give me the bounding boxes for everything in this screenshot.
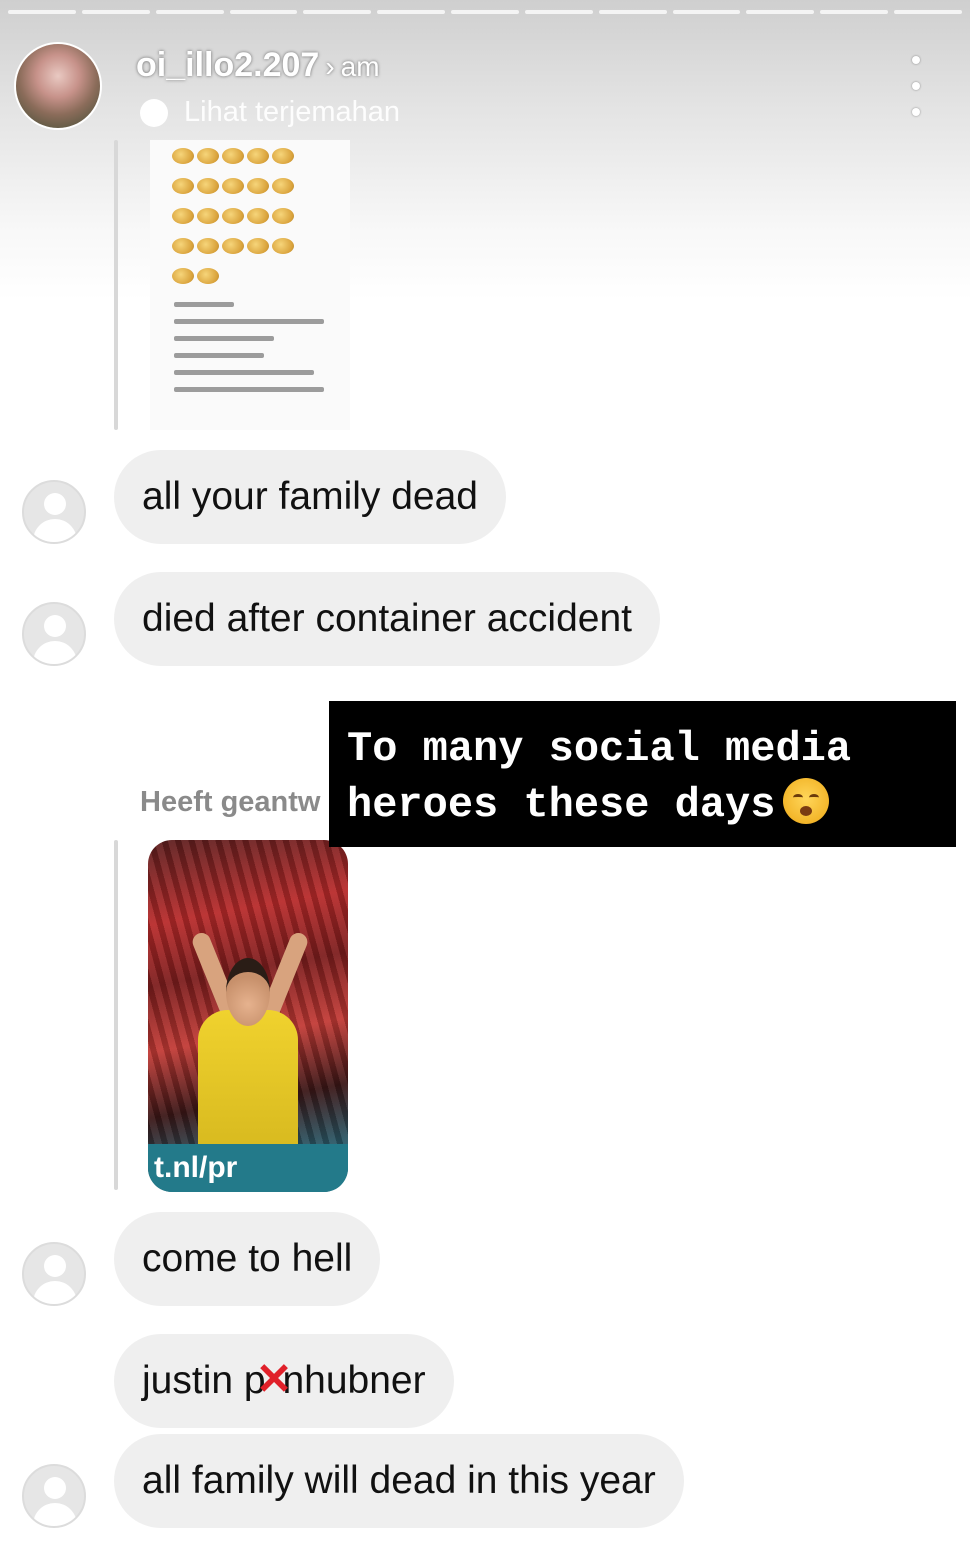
- progress-segment: [524, 10, 593, 14]
- message-bubble[interactable]: come to hell: [114, 1212, 381, 1306]
- progress-segment: [303, 10, 372, 14]
- progress-segment: [377, 10, 446, 14]
- progress-segment: [155, 10, 224, 14]
- progress-segment: [672, 10, 741, 14]
- reply-quote-line: [114, 840, 118, 1190]
- message-text-part: justin p: [142, 1359, 266, 1402]
- overlay-username: oi_illo2.207: [136, 46, 320, 84]
- story-author-avatar[interactable]: [14, 42, 102, 130]
- progress-segment: [81, 10, 150, 14]
- replied-to-story-label: Heeft geantw: [140, 786, 321, 818]
- message-text: all family will dead in this year: [142, 1459, 656, 1502]
- progress-segment: [746, 10, 815, 14]
- progress-segment: [820, 10, 889, 14]
- story-caption: To many social media heroes these days: [329, 701, 956, 847]
- sender-avatar[interactable]: [22, 1242, 86, 1306]
- more-options-button[interactable]: [904, 56, 928, 116]
- time-suffix: am: [340, 51, 380, 82]
- chevron-right-icon: ›: [325, 51, 335, 82]
- progress-segment: [229, 10, 298, 14]
- reply-quote-line: [114, 140, 118, 430]
- stadium-board-text: t.nl/pr: [148, 1144, 348, 1192]
- story-progress-bar: [8, 10, 962, 14]
- story-author-username[interactable]: oi_illo2.207 › am: [136, 46, 380, 85]
- sender-avatar[interactable]: [22, 1464, 86, 1528]
- yawning-face-icon: [783, 778, 830, 824]
- replied-story-thumbnail[interactable]: t.nl/pr: [148, 840, 348, 1192]
- more-vertical-icon: [912, 56, 920, 64]
- sender-avatar[interactable]: [22, 480, 86, 544]
- message-bubble[interactable]: all your family dead: [114, 450, 506, 544]
- see-translation-link[interactable]: Lihat terjemahan: [140, 96, 400, 129]
- message-text: all your family dead: [142, 475, 478, 518]
- message-text: died after container accident: [142, 597, 632, 640]
- translate-icon: [140, 98, 168, 127]
- sender-avatar[interactable]: [22, 602, 86, 666]
- red-x-redaction-icon: ✕: [255, 1354, 293, 1404]
- story-header-background: [0, 0, 970, 300]
- message-text-part: nhubner: [282, 1359, 426, 1402]
- message-text: come to hell: [142, 1237, 353, 1280]
- caption-line-2: heroes these days: [347, 781, 776, 829]
- message-bubble[interactable]: died after container accident: [114, 572, 660, 666]
- quoted-screenshot-preview[interactable]: [150, 140, 350, 430]
- message-bubble[interactable]: justin p ✕ nhubner: [114, 1334, 454, 1428]
- progress-segment: [894, 10, 962, 14]
- caption-line-1: To many social media: [347, 725, 852, 773]
- progress-segment: [8, 10, 76, 14]
- progress-segment: [598, 10, 667, 14]
- message-bubble[interactable]: all family will dead in this year: [114, 1434, 684, 1528]
- translate-label: Lihat terjemahan: [184, 96, 401, 128]
- progress-segment: [451, 10, 519, 14]
